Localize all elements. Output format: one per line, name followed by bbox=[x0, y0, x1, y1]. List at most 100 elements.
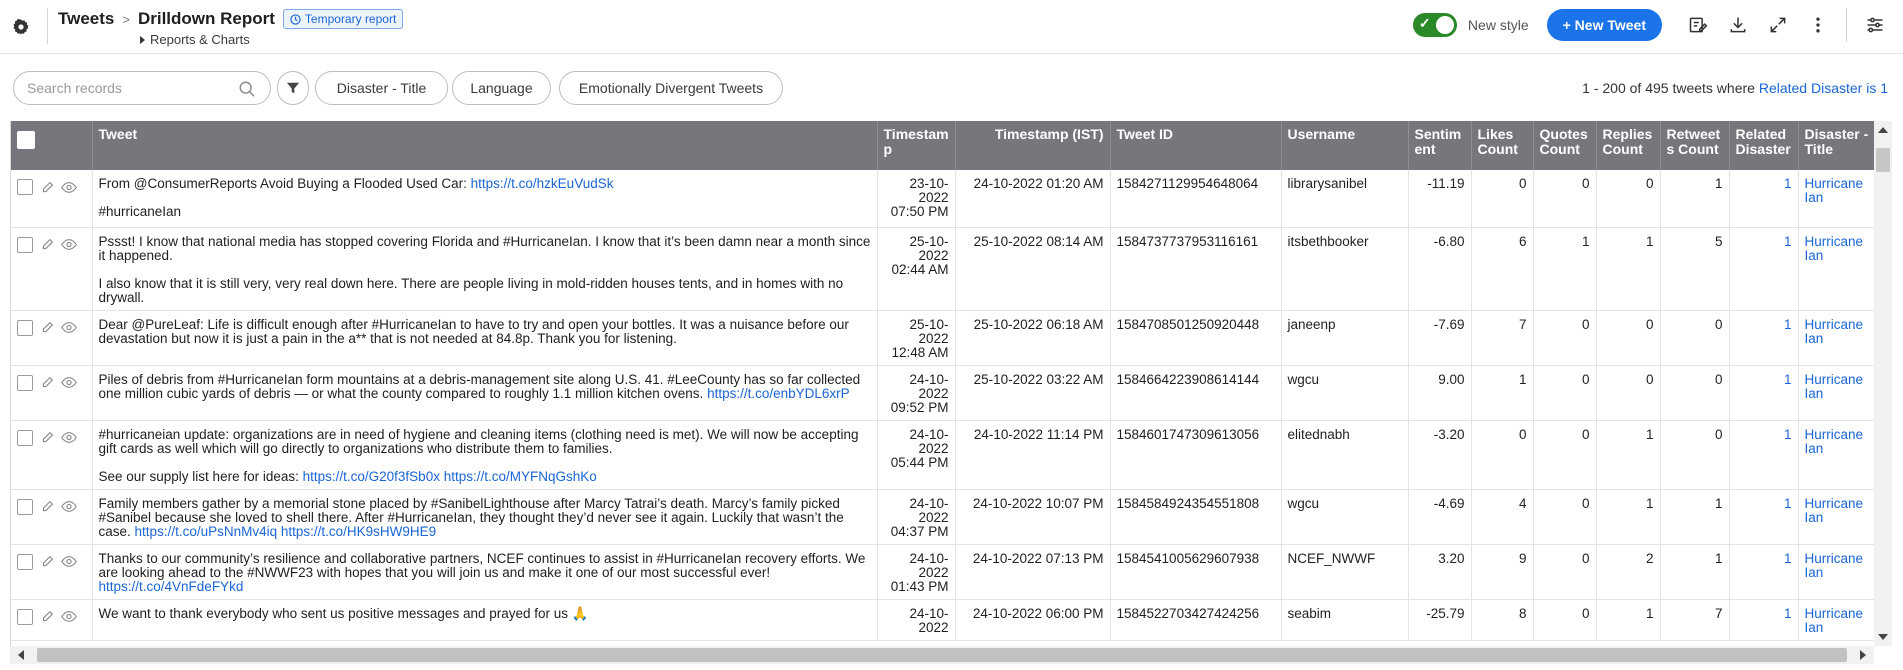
tweet-paragraph: Dear @PureLeaf: Life is difficult enough… bbox=[99, 317, 871, 346]
eye-icon[interactable] bbox=[61, 375, 77, 391]
vertical-scroll-thumb[interactable] bbox=[1876, 148, 1890, 172]
horizontal-scrollbar[interactable] bbox=[10, 646, 1874, 664]
row-checkbox[interactable] bbox=[17, 498, 33, 515]
row-checkbox[interactable] bbox=[17, 236, 33, 253]
reports-charts-toggle[interactable]: Reports & Charts bbox=[140, 32, 250, 47]
download-icon[interactable] bbox=[1720, 8, 1756, 42]
breadcrumb-tweets-link[interactable]: Tweets bbox=[58, 9, 114, 29]
tweet-link[interactable]: https://t.co/uPsNnMv4iq https://t.co/HK9… bbox=[135, 524, 437, 539]
scroll-up-icon[interactable] bbox=[1878, 127, 1888, 133]
filter-chip-language[interactable]: Language bbox=[452, 71, 551, 105]
pencil-icon[interactable] bbox=[39, 609, 55, 625]
table-row[interactable]: Thanks to our community’s resilience and… bbox=[11, 544, 1874, 600]
search-input[interactable] bbox=[13, 71, 271, 105]
disaster-title-link[interactable]: Hurricane Ian bbox=[1805, 606, 1864, 635]
eye-icon[interactable] bbox=[61, 554, 77, 570]
column-header-retweets-count[interactable]: Retweet s Count bbox=[1660, 121, 1730, 170]
table-row[interactable]: #hurricaneian update: organizations are … bbox=[11, 420, 1874, 490]
related-disaster-link[interactable]: 1 bbox=[1784, 372, 1792, 387]
more-vertical-icon[interactable] bbox=[1800, 8, 1836, 42]
settings-sliders-icon[interactable] bbox=[1857, 8, 1893, 42]
new-tweet-button[interactable]: + New Tweet bbox=[1546, 9, 1662, 41]
disaster-title-link[interactable]: Hurricane Ian bbox=[1805, 372, 1864, 401]
pencil-icon[interactable] bbox=[39, 179, 55, 195]
related-disaster-link[interactable]: 1 bbox=[1784, 317, 1792, 332]
eye-icon[interactable] bbox=[61, 320, 77, 336]
tweets-table: Tweet Timestam p Timestamp (IST) Tweet I… bbox=[11, 121, 1874, 641]
tweet-link[interactable]: https://t.co/hzkEuVudSk bbox=[471, 176, 614, 191]
tweet-link[interactable]: https://t.co/enbYDL6xrP bbox=[707, 386, 850, 401]
row-checkbox[interactable] bbox=[17, 553, 33, 570]
column-header-likes-count[interactable]: Likes Count bbox=[1471, 121, 1534, 170]
tweet-cell: Pssst! I know that national media has st… bbox=[92, 227, 878, 311]
pencil-icon[interactable] bbox=[39, 554, 55, 570]
pencil-icon[interactable] bbox=[39, 320, 55, 336]
related-disaster-link[interactable]: 1 bbox=[1784, 234, 1792, 249]
row-checkbox[interactable] bbox=[17, 429, 33, 446]
table-row[interactable]: Dear @PureLeaf: Life is difficult enough… bbox=[11, 310, 1874, 366]
scroll-right-icon[interactable] bbox=[1860, 650, 1866, 660]
vertical-scrollbar[interactable] bbox=[1874, 121, 1892, 646]
scroll-left-icon[interactable] bbox=[18, 650, 24, 660]
column-header-related-disaster[interactable]: Related Disaster bbox=[1729, 121, 1799, 170]
row-checkbox[interactable] bbox=[17, 374, 33, 391]
related-disaster-link[interactable]: 1 bbox=[1784, 176, 1792, 191]
disaster-title-link[interactable]: Hurricane Ian bbox=[1805, 234, 1864, 263]
column-header-timestamp-ist[interactable]: Timestamp (IST) bbox=[955, 121, 1111, 170]
pencil-icon[interactable] bbox=[39, 499, 55, 515]
column-header-replies-count[interactable]: Replies Count bbox=[1596, 121, 1661, 170]
pencil-icon[interactable] bbox=[39, 375, 55, 391]
row-checkbox[interactable] bbox=[17, 179, 33, 195]
eye-icon[interactable] bbox=[61, 609, 77, 625]
table-row[interactable]: Pssst! I know that national media has st… bbox=[11, 227, 1874, 311]
username-cell: janeenp bbox=[1281, 310, 1409, 366]
table-row[interactable]: Piles of debris from #HurricaneIan form … bbox=[11, 365, 1874, 421]
row-checkbox[interactable] bbox=[17, 608, 33, 625]
tweet-id-cell: 1584664223908614144 bbox=[1110, 365, 1282, 421]
record-filter-link[interactable]: Related Disaster is 1 bbox=[1759, 80, 1888, 96]
disaster-title-link[interactable]: Hurricane Ian bbox=[1805, 496, 1864, 525]
disaster-title-link[interactable]: Hurricane Ian bbox=[1805, 176, 1864, 205]
table-row[interactable]: From @ConsumerReports Avoid Buying a Flo… bbox=[11, 170, 1874, 228]
header-divider bbox=[47, 8, 48, 44]
related-disaster-link[interactable]: 1 bbox=[1784, 427, 1792, 442]
pencil-icon[interactable] bbox=[39, 430, 55, 446]
disaster-title-link[interactable]: Hurricane Ian bbox=[1805, 317, 1864, 346]
tweet-link[interactable]: https://t.co/G20f3fSb0x https://t.co/MYF… bbox=[303, 469, 597, 484]
related-disaster-link[interactable]: 1 bbox=[1784, 606, 1792, 621]
table-row[interactable]: Family members gather by a memorial ston… bbox=[11, 489, 1874, 545]
table-row[interactable]: We want to thank everybody who sent us p… bbox=[11, 599, 1874, 641]
column-header-sentiment[interactable]: Sentim ent bbox=[1408, 121, 1472, 170]
column-header-tweet[interactable]: Tweet bbox=[92, 121, 878, 170]
row-checkbox[interactable] bbox=[17, 319, 33, 336]
sentiment-cell: -4.69 bbox=[1408, 489, 1472, 545]
eye-icon[interactable] bbox=[61, 237, 77, 253]
related-disaster-link[interactable]: 1 bbox=[1784, 496, 1792, 511]
filter-chip-emotionally-divergent[interactable]: Emotionally Divergent Tweets bbox=[559, 71, 783, 105]
column-header-tweet-id[interactable]: Tweet ID bbox=[1110, 121, 1282, 170]
column-header-disaster-title[interactable]: Disaster - Title bbox=[1798, 121, 1874, 170]
new-style-toggle[interactable]: ✓ bbox=[1412, 13, 1457, 37]
column-header-username[interactable]: Username bbox=[1281, 121, 1409, 170]
column-header-quotes-count[interactable]: Quotes Count bbox=[1533, 121, 1597, 170]
filter-button[interactable] bbox=[277, 71, 309, 105]
tweet-link[interactable]: https://t.co/4VnFdeFYkd bbox=[99, 579, 244, 594]
disaster-title-link[interactable]: Hurricane Ian bbox=[1805, 427, 1864, 456]
search-icon[interactable] bbox=[238, 80, 256, 98]
eye-icon[interactable] bbox=[61, 499, 77, 515]
related-disaster-link[interactable]: 1 bbox=[1784, 551, 1792, 566]
edit-report-icon[interactable] bbox=[1680, 8, 1716, 42]
eye-icon[interactable] bbox=[61, 430, 77, 446]
filter-chip-disaster-title[interactable]: Disaster - Title bbox=[315, 71, 448, 105]
scroll-down-icon[interactable] bbox=[1878, 634, 1888, 640]
select-all-checkbox[interactable] bbox=[17, 131, 35, 149]
column-header-timestamp[interactable]: Timestam p bbox=[877, 121, 956, 170]
expand-icon[interactable] bbox=[1760, 8, 1796, 42]
disaster-title-cell: Hurricane Ian bbox=[1798, 544, 1874, 600]
disaster-title-link[interactable]: Hurricane Ian bbox=[1805, 551, 1864, 580]
pencil-icon[interactable] bbox=[39, 237, 55, 253]
gear-icon[interactable] bbox=[8, 14, 34, 40]
tweet-text: See our supply list here for ideas: bbox=[98, 468, 299, 484]
eye-icon[interactable] bbox=[61, 179, 77, 195]
horizontal-scroll-thumb[interactable] bbox=[37, 648, 1847, 662]
